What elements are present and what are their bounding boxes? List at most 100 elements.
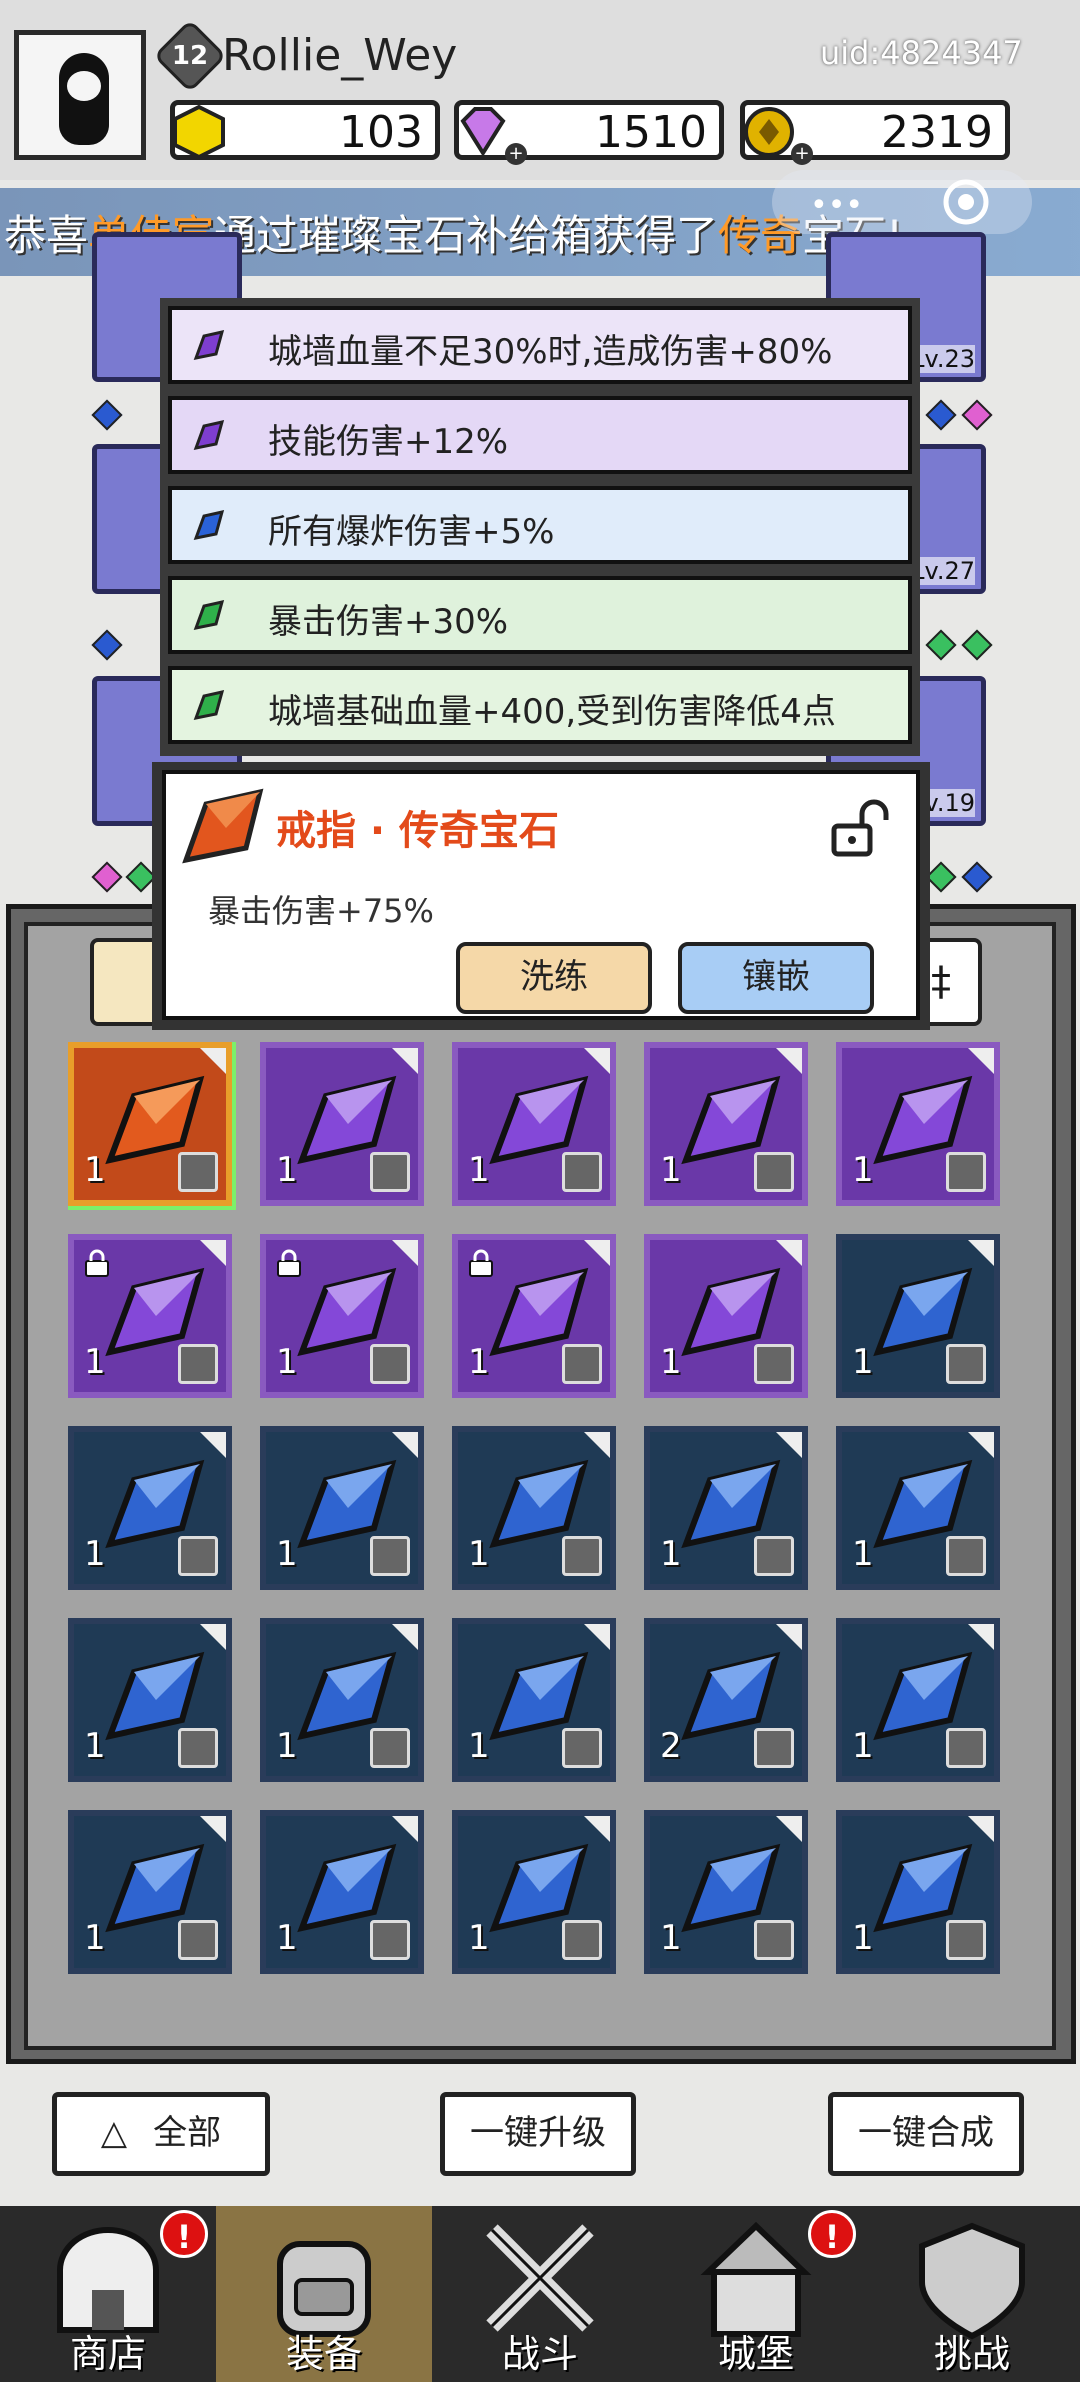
gold-hex-icon xyxy=(173,104,225,160)
gem-effect: 暴击伤害+75% xyxy=(208,892,434,930)
gem-slot[interactable]: 1 xyxy=(452,1042,616,1206)
gem-count: 1 xyxy=(84,1918,106,1958)
gem-slot[interactable]: 1 xyxy=(836,1426,1000,1590)
gem-slot[interactable]: 1 xyxy=(260,1618,424,1782)
socket-icon xyxy=(91,861,123,893)
gem-count: 1 xyxy=(84,1726,106,1766)
equipment-type-icon xyxy=(562,1152,602,1192)
backpack-icon xyxy=(256,2220,392,2340)
nav-label: 商店 xyxy=(69,2332,146,2376)
socket-icon xyxy=(91,629,123,661)
diamond-resource[interactable]: + 1510 xyxy=(454,100,724,165)
broadcast-middle: 通过璀璨宝石补给箱获得了 xyxy=(214,211,719,260)
upgrade-all-button[interactable]: 一键升级 xyxy=(440,2092,636,2176)
purple-gem-icon xyxy=(193,419,225,450)
unlock-icon[interactable] xyxy=(826,796,890,860)
gem-slot[interactable]: 2 xyxy=(644,1618,808,1782)
nav-item[interactable]: 商店! xyxy=(0,2206,216,2382)
gem-count: 1 xyxy=(276,1918,298,1958)
gem-count: 1 xyxy=(276,1150,298,1190)
nav-item[interactable]: 装备 xyxy=(216,2206,432,2382)
gem-slot[interactable]: 1 xyxy=(452,1234,616,1398)
castle-icon xyxy=(688,2220,824,2340)
gem-slot[interactable]: 1 xyxy=(836,1042,1000,1206)
gem-count: 1 xyxy=(660,1534,682,1574)
nav-label: 装备 xyxy=(285,2332,362,2376)
attribute-row: 城墙血量不足30%时,造成伤害+80% xyxy=(168,306,912,384)
attribute-row: 城墙基础血量+400,受到伤害降低4点 xyxy=(168,666,912,744)
attribute-row: 所有爆炸伤害+5% xyxy=(168,486,912,564)
add-coin-icon[interactable]: + xyxy=(791,143,813,165)
gem-slot[interactable]: 1 xyxy=(644,1042,808,1206)
inlay-button[interactable]: 镶嵌 xyxy=(678,942,874,1014)
gold-resource[interactable]: 103 xyxy=(170,100,440,160)
green-gem-icon xyxy=(193,599,225,630)
gem-count: 1 xyxy=(468,1918,490,1958)
gem-slot[interactable]: 1 xyxy=(836,1810,1000,1974)
bottom-nav: 商店! 装备 战斗 城堡! 挑战 xyxy=(0,2206,1080,2382)
gem-slot[interactable]: 1 xyxy=(260,1042,424,1206)
equipment-type-icon xyxy=(946,1728,986,1768)
equip-level: Lv.27 xyxy=(911,557,975,585)
gold-value: 103 xyxy=(339,107,423,158)
gem-slot[interactable]: 1 xyxy=(452,1810,616,1974)
equipment-type-icon xyxy=(946,1152,986,1192)
equipment-type-icon xyxy=(178,1344,218,1384)
gem-slot[interactable]: 1 xyxy=(644,1234,808,1398)
lock-icon xyxy=(469,1249,493,1277)
socket-icon xyxy=(925,399,957,431)
gem-slot[interactable]: 1 xyxy=(68,1426,232,1590)
gem-slot[interactable]: 1 xyxy=(452,1618,616,1782)
gem-slot[interactable]: 1 xyxy=(836,1618,1000,1782)
coin-icon xyxy=(744,107,794,157)
more-icon[interactable]: ••• xyxy=(810,188,863,223)
gem-slot[interactable]: 1 xyxy=(68,1234,232,1398)
close-target-icon[interactable] xyxy=(940,176,992,228)
equipment-type-icon xyxy=(754,1920,794,1960)
nav-item[interactable]: 战斗 xyxy=(432,2206,648,2382)
gem-count: 1 xyxy=(276,1342,298,1382)
gem-slot[interactable]: 1 xyxy=(68,1042,236,1210)
equipment-type-icon xyxy=(562,1920,602,1960)
attribute-label: 暴击伤害+30% xyxy=(268,602,509,642)
gem-slot[interactable]: 1 xyxy=(260,1810,424,1974)
equipment-type-icon xyxy=(370,1728,410,1768)
coin-resource[interactable]: + 2319 xyxy=(740,100,1010,165)
gem-slot[interactable]: 1 xyxy=(260,1426,424,1590)
nav-item[interactable]: 城堡! xyxy=(648,2206,864,2382)
mini-program-menu[interactable]: ••• xyxy=(772,170,1032,234)
gem-count: 1 xyxy=(660,1342,682,1382)
gem-slot[interactable]: 1 xyxy=(836,1234,1000,1398)
filter-all-button[interactable]: △ 全部 xyxy=(52,2092,270,2176)
avatar[interactable] xyxy=(14,30,146,160)
nav-item[interactable]: 挑战 xyxy=(864,2206,1080,2382)
blue-gem-icon xyxy=(193,509,225,540)
equipment-type-icon xyxy=(754,1728,794,1768)
gem-count: 1 xyxy=(660,1918,682,1958)
alert-badge: ! xyxy=(808,2210,856,2258)
gem-count: 1 xyxy=(852,1726,874,1766)
equipment-type-icon xyxy=(370,1152,410,1192)
alert-badge: ! xyxy=(160,2210,208,2258)
gem-slot[interactable]: 1 xyxy=(260,1234,424,1398)
gem-slot[interactable]: 1 xyxy=(452,1426,616,1590)
triangle-up-icon: △ xyxy=(100,2113,128,2153)
socket-icon xyxy=(961,629,993,661)
add-diamond-icon[interactable]: + xyxy=(505,143,527,165)
player-uid: uid:4824347 xyxy=(820,34,1023,72)
merge-all-button[interactable]: 一键合成 xyxy=(828,2092,1024,2176)
attribute-label: 所有爆炸伤害+5% xyxy=(268,512,555,552)
player-name: Rollie_Wey xyxy=(222,30,458,81)
gem-slot[interactable]: 1 xyxy=(644,1426,808,1590)
refine-button[interactable]: 洗练 xyxy=(456,942,652,1014)
attribute-list: 城墙血量不足30%时,造成伤害+80% 技能伤害+12% 所有爆炸伤害+5% 暴… xyxy=(160,298,920,756)
equipment-type-icon xyxy=(178,1728,218,1768)
gem-slot[interactable]: 1 xyxy=(68,1810,232,1974)
attribute-row: 技能伤害+12% xyxy=(168,396,912,474)
gem-slot[interactable]: 1 xyxy=(644,1810,808,1974)
legend-gem-icon xyxy=(182,788,264,864)
gem-count: 1 xyxy=(852,1342,874,1382)
gem-slot[interactable]: 1 xyxy=(68,1618,232,1782)
attribute-label: 城墙基础血量+400,受到伤害降低4点 xyxy=(268,692,836,732)
equip-level: Lv.23 xyxy=(911,345,975,373)
